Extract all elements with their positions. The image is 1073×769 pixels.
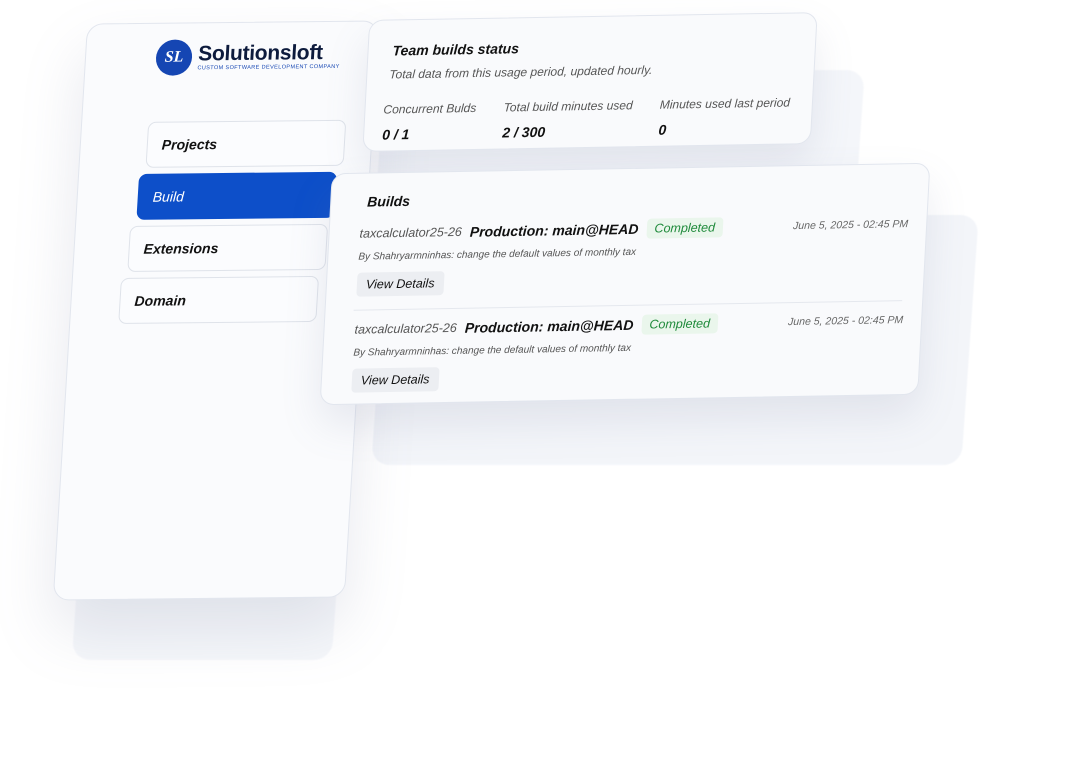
- stat-value: 2 / 300: [501, 123, 546, 141]
- build-environment: Production: main@HEAD: [469, 220, 639, 240]
- sidebar-item-label: Projects: [161, 136, 218, 153]
- team-builds-status-card: Team builds status Total data from this …: [362, 12, 818, 152]
- stat-concurrent-builds: Concurrent Bulds 0 / 1: [382, 101, 477, 143]
- status-badge: Completed: [645, 217, 724, 239]
- build-commit-message: By Shahryarmninhas: change the default v…: [358, 246, 637, 263]
- stat-total-build-minutes: Total build minutes used 2 / 300: [502, 98, 633, 140]
- sidebar-item-label: Extensions: [143, 240, 219, 257]
- status-subtitle: Total data from this usage period, updat…: [388, 62, 653, 82]
- sidebar-item-label: Build: [152, 188, 185, 205]
- build-repo: taxcalculator25-26: [354, 320, 458, 337]
- stat-value: 0: [658, 121, 667, 138]
- build-date: June 5, 2025 - 02:45 PM: [787, 314, 904, 329]
- status-badge: Completed: [640, 313, 719, 335]
- sidebar-item-build[interactable]: Build: [136, 171, 338, 220]
- sidebar-item-domain[interactable]: Domain: [118, 275, 320, 325]
- build-item[interactable]: taxcalculator25-26 Production: main@HEAD…: [351, 310, 903, 393]
- stat-value: 0 / 1: [381, 126, 410, 143]
- status-title: Team builds status: [392, 40, 520, 59]
- stat-label: Total build minutes used: [503, 98, 634, 115]
- build-item[interactable]: taxcalculator25-26 Production: main@HEAD…: [356, 214, 908, 297]
- stat-label: Minutes used last period: [659, 95, 791, 112]
- builds-card: Builds taxcalculator25-26 Production: ma…: [319, 162, 931, 406]
- sidebar-item-extensions[interactable]: Extensions: [127, 223, 329, 272]
- view-details-button[interactable]: View Details: [356, 271, 445, 297]
- view-details-button[interactable]: View Details: [351, 367, 440, 393]
- build-date: June 5, 2025 - 02:45 PM: [792, 218, 909, 233]
- stat-label: Concurrent Bulds: [383, 100, 477, 117]
- sidebar-item-label: Domain: [134, 292, 187, 309]
- logo-icon: SL: [154, 39, 194, 76]
- build-environment: Production: main@HEAD: [464, 316, 634, 336]
- sidebar-item-projects[interactable]: Projects: [145, 119, 347, 168]
- build-commit-message: By Shahryarmninhas: change the default v…: [353, 342, 632, 359]
- brand-tagline: CUSTOM SOFTWARE DEVELOPMENT COMPANY: [197, 63, 340, 72]
- brand-logo[interactable]: SL Solutionsloft CUSTOM SOFTWARE DEVELOP…: [154, 38, 341, 76]
- divider: [353, 300, 903, 311]
- stat-minutes-last-period: Minutes used last period 0: [658, 95, 790, 137]
- brand-name: Solutionsloft: [197, 41, 324, 66]
- builds-title: Builds: [366, 192, 411, 210]
- build-repo: taxcalculator25-26: [359, 224, 463, 241]
